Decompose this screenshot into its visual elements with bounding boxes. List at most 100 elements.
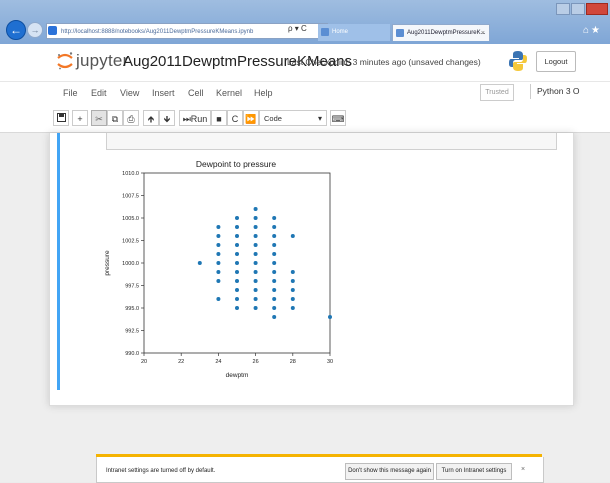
interrupt-button[interactable]: ■ <box>211 110 227 126</box>
scatter-point <box>272 297 277 301</box>
save-icon <box>56 113 66 122</box>
tab-home[interactable]: Home <box>318 24 390 41</box>
x-axis-label: dewptm <box>226 372 249 379</box>
scatter-point <box>235 270 239 274</box>
scatter-point <box>253 270 258 274</box>
notification-close-icon[interactable]: × <box>521 466 525 473</box>
move-down-button[interactable]: 🡻 <box>159 110 175 126</box>
restart-run-all-button[interactable]: ⏩ <box>243 110 259 126</box>
restart-icon: C <box>231 114 239 124</box>
scatter-point <box>216 252 221 256</box>
scissors-icon: ✂ <box>95 114 103 124</box>
menu-help[interactable]: Help <box>254 88 273 98</box>
y-tick-label: 1002.5 <box>122 239 139 245</box>
scatter-point <box>272 261 277 265</box>
copy-button[interactable]: ⧉ <box>107 110 123 126</box>
scatter-point <box>216 261 221 265</box>
scatter-point <box>216 297 221 301</box>
scatter-point <box>253 306 258 310</box>
cell-type-select[interactable]: Code ▾ <box>259 110 327 126</box>
menu-file[interactable]: File <box>63 88 78 98</box>
x-tick-label: 20 <box>141 359 147 365</box>
chevron-down-icon: ▾ <box>317 114 322 123</box>
scatter-point <box>235 216 239 220</box>
tab-label: Aug2011DewptmPressureK... <box>407 30 486 36</box>
menu-view[interactable]: View <box>120 88 139 98</box>
y-tick-label: 992.5 <box>125 329 139 335</box>
restart-button[interactable]: C <box>227 110 243 126</box>
scatter-point <box>216 234 221 238</box>
y-tick-label: 990.0 <box>125 351 139 357</box>
scatter-point <box>235 261 239 265</box>
forward-button[interactable]: → <box>27 22 43 38</box>
scatter-point <box>272 306 277 310</box>
logout-button[interactable]: Logout <box>536 51 576 72</box>
scatter-point <box>253 252 258 256</box>
scatter-point <box>197 261 202 265</box>
checkpoint-status: Last Checkpoint: 3 minutes ago (unsaved … <box>287 57 481 67</box>
y-axis-ticks: 990.0 992.5 995.0 997.5 1000.0 1002.5 1005.0 10… <box>122 171 144 357</box>
back-button[interactable]: ← <box>6 20 26 40</box>
jupyter-logo-icon[interactable] <box>56 51 74 71</box>
run-label: Run <box>190 114 208 124</box>
scatter-point <box>290 234 295 238</box>
scatter-point <box>253 288 258 292</box>
trusted-indicator[interactable]: Trusted <box>480 84 514 101</box>
paste-button[interactable]: ⎙ <box>123 110 139 126</box>
tab-close-icon[interactable]: × <box>481 25 485 42</box>
selected-cell-indicator <box>57 133 60 390</box>
scatter-point <box>253 261 258 265</box>
scatter-chart: Dewpoint to pressure 990.0 992.5 995.0 997.… <box>104 159 333 379</box>
menu-insert[interactable]: Insert <box>152 88 175 98</box>
scatter-point <box>235 297 239 301</box>
scatter-point <box>272 279 277 283</box>
run-button[interactable]: ⏭Run <box>179 110 211 126</box>
cell-type-value: Code <box>264 114 282 123</box>
x-tick-label: 30 <box>327 359 333 365</box>
scatter-point <box>328 315 332 319</box>
scatter-point <box>235 288 239 292</box>
menu-edit[interactable]: Edit <box>91 88 107 98</box>
scatter-point <box>216 243 221 247</box>
close-window-button[interactable] <box>586 3 608 15</box>
scatter-point <box>253 279 258 283</box>
y-tick-label: 997.5 <box>125 284 139 290</box>
move-up-button[interactable]: 🡹 <box>143 110 159 126</box>
arrow-up-icon: 🡹 <box>147 114 155 124</box>
address-tools[interactable]: ρ ▾ C <box>288 24 307 33</box>
save-button[interactable] <box>53 110 69 126</box>
page-icon <box>48 26 57 35</box>
command-palette-button[interactable]: ⌨ <box>330 110 346 126</box>
stop-icon: ■ <box>216 114 222 124</box>
scatter-point <box>272 225 277 229</box>
chart-title: Dewpoint to pressure <box>196 159 277 169</box>
scatter-point <box>272 288 277 292</box>
copy-icon: ⧉ <box>111 114 119 124</box>
menu-kernel[interactable]: Kernel <box>216 88 242 98</box>
tab-notebook[interactable]: Aug2011DewptmPressureK... × <box>392 24 490 41</box>
notification-message: Intranet settings are turned off by defa… <box>106 468 216 474</box>
x-tick-label: 22 <box>178 359 184 365</box>
arrow-down-icon: 🡻 <box>163 114 171 124</box>
maximize-button[interactable] <box>571 3 585 15</box>
minimize-button[interactable] <box>556 3 570 15</box>
window-controls <box>555 2 608 20</box>
scatter-point <box>272 252 277 256</box>
turn-on-intranet-button[interactable]: Turn on Intranet settings <box>436 463 512 480</box>
step-forward-icon: ⏭ <box>182 114 191 124</box>
dont-show-again-button[interactable]: Don't show this message again <box>345 463 434 480</box>
y-tick-label: 1007.5 <box>122 194 139 200</box>
insert-cell-button[interactable]: + <box>72 110 88 126</box>
cut-button[interactable]: ✂ <box>91 110 107 126</box>
fast-forward-icon: ⏩ <box>245 114 257 124</box>
scatter-point <box>253 216 258 220</box>
ie-toolbar-icons[interactable]: ⌂★ <box>583 25 602 36</box>
menu-cell[interactable]: Cell <box>188 88 204 98</box>
scatter-point <box>272 216 277 220</box>
python-logo-icon <box>509 51 527 71</box>
kernel-indicator: Python 3 O <box>530 84 580 99</box>
jupyter-brand[interactable]: jupyter <box>76 51 128 71</box>
previous-output-area <box>106 133 557 150</box>
y-axis-label: pressure <box>104 250 111 276</box>
address-bar[interactable]: http://localhost:8888/notebooks/Aug2011D… <box>46 23 328 39</box>
